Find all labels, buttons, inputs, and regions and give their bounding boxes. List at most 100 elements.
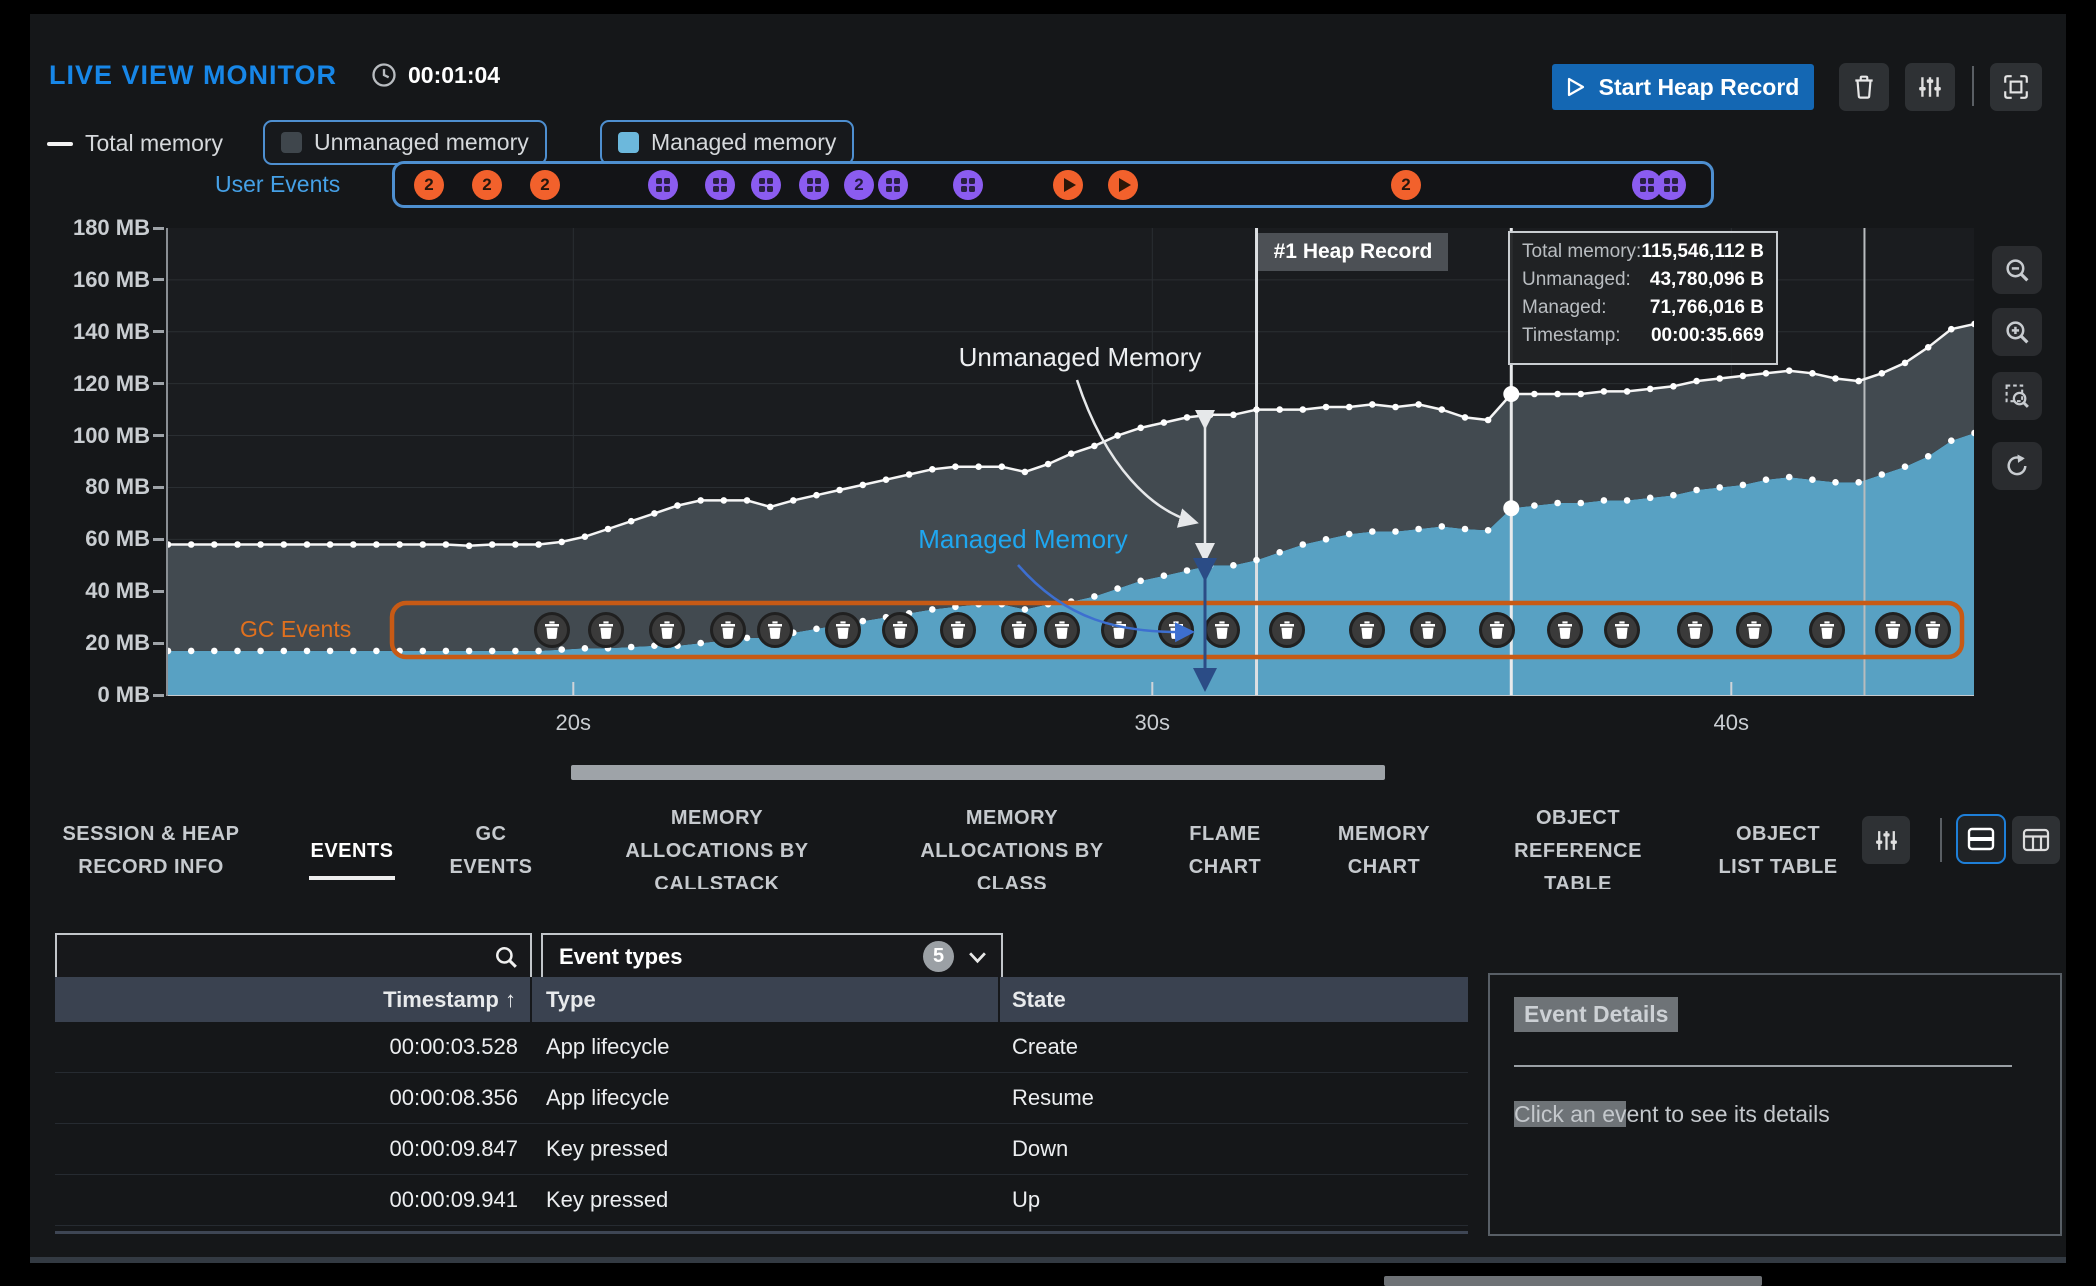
event-details-panel: Event Details Click an event to see its … (1488, 973, 2062, 1236)
tab-memory-allocations-by-callstack[interactable]: MEMORYALLOCATIONS BYCALLSTACK (587, 802, 847, 889)
zoom-out-button[interactable] (1992, 246, 2042, 294)
split-view-button[interactable] (1956, 814, 2006, 864)
total-memory-line-swatch (47, 142, 73, 146)
y-axis-tick-label: 120 MB (40, 371, 150, 397)
user-event-count-icon[interactable]: 2 (530, 170, 560, 200)
start-heap-record-button[interactable]: Start Heap Record (1552, 64, 1814, 110)
user-event-play-icon[interactable] (1053, 170, 1083, 200)
user-event-key-icon[interactable] (799, 170, 829, 200)
gc-event-icon[interactable] (1811, 614, 1844, 647)
zoom-selection-button[interactable] (1992, 372, 2042, 420)
gc-event-icon[interactable] (1481, 614, 1514, 647)
gc-event-icon[interactable] (1877, 614, 1910, 647)
gc-event-icon[interactable] (1549, 614, 1582, 647)
bottom-divider (30, 1257, 2066, 1263)
gc-event-icon[interactable] (942, 614, 975, 647)
sliders-icon (1874, 828, 1899, 853)
delete-session-button[interactable] (1839, 63, 1889, 111)
legend-managed-label: Managed memory (651, 129, 836, 156)
tab-flame-chart[interactable]: FLAMECHART (1155, 818, 1295, 884)
user-event-key-icon[interactable] (648, 170, 678, 200)
gc-event-icon[interactable] (536, 614, 569, 647)
user-event-count-icon[interactable]: 2 (414, 170, 444, 200)
gc-event-icon[interactable] (884, 614, 917, 647)
tab-object-list-table[interactable]: OBJECTLIST TABLE (1683, 818, 1873, 884)
events-table-body: 00:00:03.528App lifecycleCreate00:00:08.… (55, 1022, 1468, 1226)
gc-event-icon[interactable] (1160, 614, 1193, 647)
event-types-dropdown[interactable]: Event types 5 (541, 933, 1003, 980)
gc-event-icon[interactable] (1103, 614, 1136, 647)
column-state[interactable]: State (1000, 977, 1468, 1022)
gc-event-icon[interactable] (759, 614, 792, 647)
user-event-key-icon[interactable] (953, 170, 983, 200)
gc-event-icon[interactable] (1206, 614, 1239, 647)
user-event-key-icon[interactable] (705, 170, 735, 200)
play-icon (1567, 77, 1585, 97)
gc-event-icon[interactable] (590, 614, 623, 647)
search-icon (494, 945, 518, 969)
gc-event-icon[interactable] (1606, 614, 1639, 647)
chart-settings-button[interactable] (1905, 63, 1955, 111)
legend-managed-memory[interactable]: Managed memory (600, 120, 854, 165)
gc-event-icon[interactable] (1003, 614, 1036, 647)
legend-total-label: Total memory (85, 130, 223, 157)
x-axis-tick-label: 30s (1112, 710, 1192, 736)
tooltip-row: Managed:71,766,016 B (1522, 297, 1764, 319)
table-row[interactable]: 00:00:09.941Key pressedUp (55, 1175, 1468, 1226)
gc-event-icon[interactable] (1351, 614, 1384, 647)
sort-ascending-icon: ↑ (505, 987, 516, 1013)
user-event-play-icon[interactable] (1108, 170, 1138, 200)
user-event-count-icon[interactable]: 2 (472, 170, 502, 200)
user-events-label: User Events (215, 171, 340, 198)
gc-event-icon[interactable] (1738, 614, 1771, 647)
column-timestamp[interactable]: Timestamp ↑ (55, 977, 532, 1022)
chevron-down-icon (968, 950, 987, 964)
tab-session-heap-record-info[interactable]: SESSION & HEAPRECORD INFO (11, 818, 291, 884)
gc-event-icon[interactable] (1917, 614, 1950, 647)
legend-unmanaged-memory[interactable]: Unmanaged memory (263, 120, 547, 165)
y-axis-tick-label: 140 MB (40, 319, 150, 345)
cell-type: Key pressed (532, 1136, 1000, 1162)
table-row[interactable]: 00:00:03.528App lifecycleCreate (55, 1022, 1468, 1073)
table-view-button[interactable] (2012, 816, 2060, 864)
user-event-count-icon[interactable]: 2 (1391, 170, 1421, 200)
gc-event-icon[interactable] (1679, 614, 1712, 647)
legend-unmanaged-label: Unmanaged memory (314, 129, 529, 156)
event-search-box[interactable] (55, 933, 532, 980)
table-row[interactable]: 00:00:08.356App lifecycleResume (55, 1073, 1468, 1124)
user-event-key-icon[interactable] (751, 170, 781, 200)
tab-memory-allocations-by-class[interactable]: MEMORYALLOCATIONS BYCLASS (882, 802, 1142, 889)
gc-event-icon[interactable] (1412, 614, 1445, 647)
tooltip-row: Timestamp:00:00:35.669 (1522, 325, 1764, 347)
user-event-key-icon[interactable] (878, 170, 908, 200)
gc-event-icon[interactable] (1046, 614, 1079, 647)
tab-gc-events[interactable]: GCEVENTS (426, 818, 556, 884)
gc-event-icon[interactable] (712, 614, 745, 647)
tooltip-row: Total memory:115,546,112 B (1522, 241, 1764, 263)
tab-memory-chart[interactable]: MEMORYCHART (1304, 818, 1464, 884)
reset-zoom-button[interactable] (1992, 442, 2042, 490)
legend-total-memory[interactable]: Total memory (47, 130, 223, 157)
chart-horizontal-scrollbar[interactable] (571, 765, 1385, 780)
heap-record-marker-label: #1 Heap Record (1258, 233, 1448, 271)
table-row[interactable]: 00:00:09.847Key pressedDown (55, 1124, 1468, 1175)
unmanaged-swatch (281, 132, 302, 153)
y-axis-tick-label: 40 MB (40, 578, 150, 604)
trash-icon (1852, 74, 1876, 100)
gc-event-icon[interactable] (827, 614, 860, 647)
y-axis-tick (153, 538, 164, 541)
fit-view-button[interactable] (1990, 63, 2042, 111)
zoom-in-button[interactable] (1992, 308, 2042, 356)
column-type[interactable]: Type (532, 977, 1000, 1022)
table-settings-button[interactable] (1862, 816, 1910, 864)
user-event-key-icon[interactable] (1656, 170, 1686, 200)
gc-event-icon[interactable] (1271, 614, 1304, 647)
search-input[interactable] (57, 944, 494, 970)
gc-event-icon[interactable] (651, 614, 684, 647)
user-event-count-icon[interactable]: 2 (844, 170, 874, 200)
page-title: LIVE VIEW MONITOR (49, 60, 337, 91)
tab-object-reference-table[interactable]: OBJECTREFERENCETABLE (1478, 802, 1678, 889)
sliders-icon (1917, 74, 1943, 100)
bottom-scrollbar[interactable] (1384, 1276, 1762, 1286)
tab-events[interactable]: EVENTS (292, 835, 412, 868)
